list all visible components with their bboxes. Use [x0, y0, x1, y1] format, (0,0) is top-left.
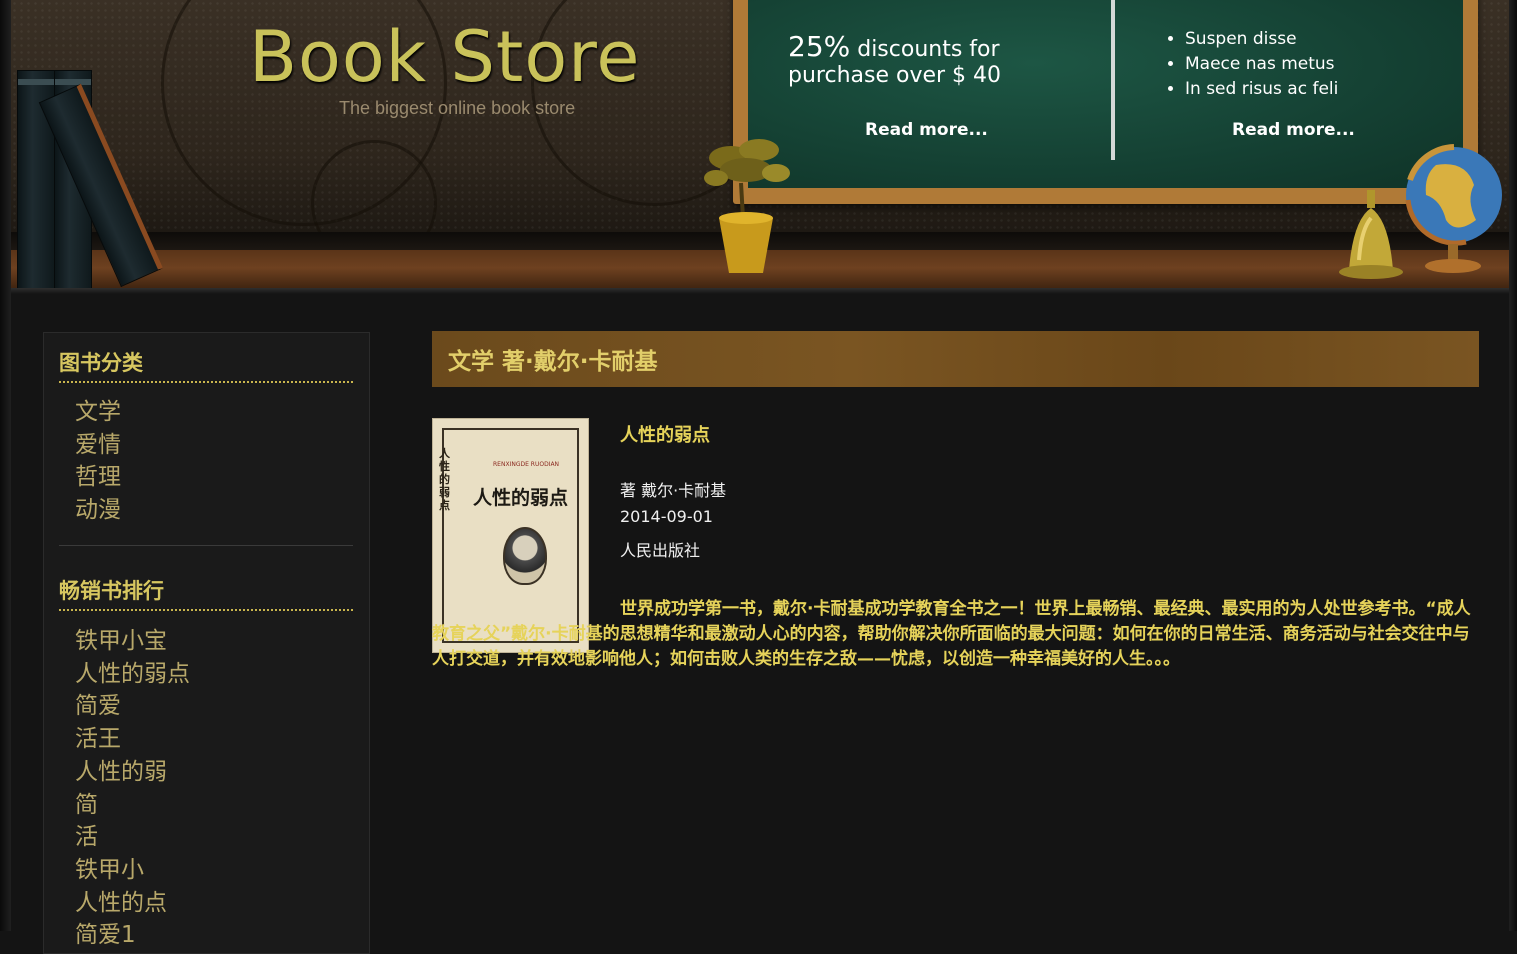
cover-cn-title: 人性的弱点 [473, 487, 569, 509]
left-frame [0, 0, 11, 931]
book-publisher: 人民出版社 [620, 541, 701, 560]
categories-list: 文学 爱情 哲理 动漫 [75, 396, 121, 527]
sidebar-divider [59, 545, 353, 546]
board-divider [1111, 0, 1115, 160]
promo-text: 25% discounts for purchase over $ 40 [788, 33, 1068, 89]
category-link[interactable]: 爱情 [75, 429, 121, 462]
categories-heading: 图书分类 [59, 347, 353, 383]
read-more-left-link[interactable]: Read more... [865, 120, 988, 140]
globe-icon [1405, 144, 1502, 273]
category-link[interactable]: 文学 [75, 396, 121, 429]
author-portrait [503, 527, 547, 585]
read-more-right-link[interactable]: Read more... [1232, 120, 1355, 140]
bestseller-link[interactable]: 简爱1 [75, 919, 190, 952]
promo-line2: purchase over $ 40 [788, 63, 1002, 88]
bestseller-link[interactable]: 人性的点 [75, 887, 190, 920]
cover-spine-title: 人性的弱点 [439, 447, 450, 512]
bestsellers-list: 铁甲小宝 人性的弱点 简爱 活王 人性的弱 简 活 铁甲小 人性的点 简爱1 [75, 625, 190, 952]
content-heading-bar: 文学 著·戴尔·卡耐基 [432, 331, 1479, 387]
category-link[interactable]: 动漫 [75, 494, 121, 527]
book-title[interactable]: 人性的弱点 [620, 421, 710, 447]
site-subtitle: The biggest online book store [339, 98, 576, 118]
promo-line1: discounts for [850, 37, 1000, 62]
header-shadow [11, 288, 1509, 294]
bestseller-link[interactable]: 活 [75, 821, 190, 854]
bestseller-link[interactable]: 人性的弱点 [75, 658, 190, 691]
promo-list: Suspen disse Maece nas metus In sed risu… [1163, 27, 1338, 102]
book-description: 世界成功学第一书，戴尔·卡耐基成功学教育全书之一！世界上最畅销、最经典、最实用的… [432, 599, 1471, 669]
bestseller-link[interactable]: 简 [75, 789, 190, 822]
chalkboard-surface: 25% discounts for purchase over $ 40 Rea… [748, 0, 1463, 188]
cover-en-title: RENXINGDE RUODIAN [493, 461, 560, 468]
book-author: 著 戴尔·卡耐基 [620, 481, 727, 500]
sidebar: 图书分类 文学 爱情 哲理 动漫 畅销书排行 铁甲小宝 人性的弱点 简爱 活王 … [43, 332, 370, 954]
promo-list-item: In sed risus ac feli [1185, 77, 1338, 102]
bestsellers-heading: 畅销书排行 [59, 575, 353, 611]
bestseller-link[interactable]: 人性的弱 [75, 756, 190, 789]
promo-list-item: Maece nas metus [1185, 52, 1338, 77]
category-link[interactable]: 哲理 [75, 461, 121, 494]
site-title[interactable]: Book Store [249, 16, 640, 98]
content-heading: 文学 著·戴尔·卡耐基 [448, 349, 658, 375]
bestseller-link[interactable]: 铁甲小 [75, 854, 190, 887]
right-frame [1509, 0, 1517, 931]
bestseller-link[interactable]: 活王 [75, 723, 190, 756]
potted-plant-icon [704, 139, 790, 273]
bestseller-link[interactable]: 简爱 [75, 690, 190, 723]
promo-percent: 25% [788, 30, 851, 63]
book-date: 2014-09-01 [620, 507, 713, 526]
bestseller-link[interactable]: 铁甲小宝 [75, 625, 190, 658]
chalkboard: 25% discounts for purchase over $ 40 Rea… [733, 0, 1478, 204]
site-header: Book Store The biggest online book store… [11, 0, 1509, 290]
promo-list-item: Suspen disse [1185, 27, 1338, 52]
